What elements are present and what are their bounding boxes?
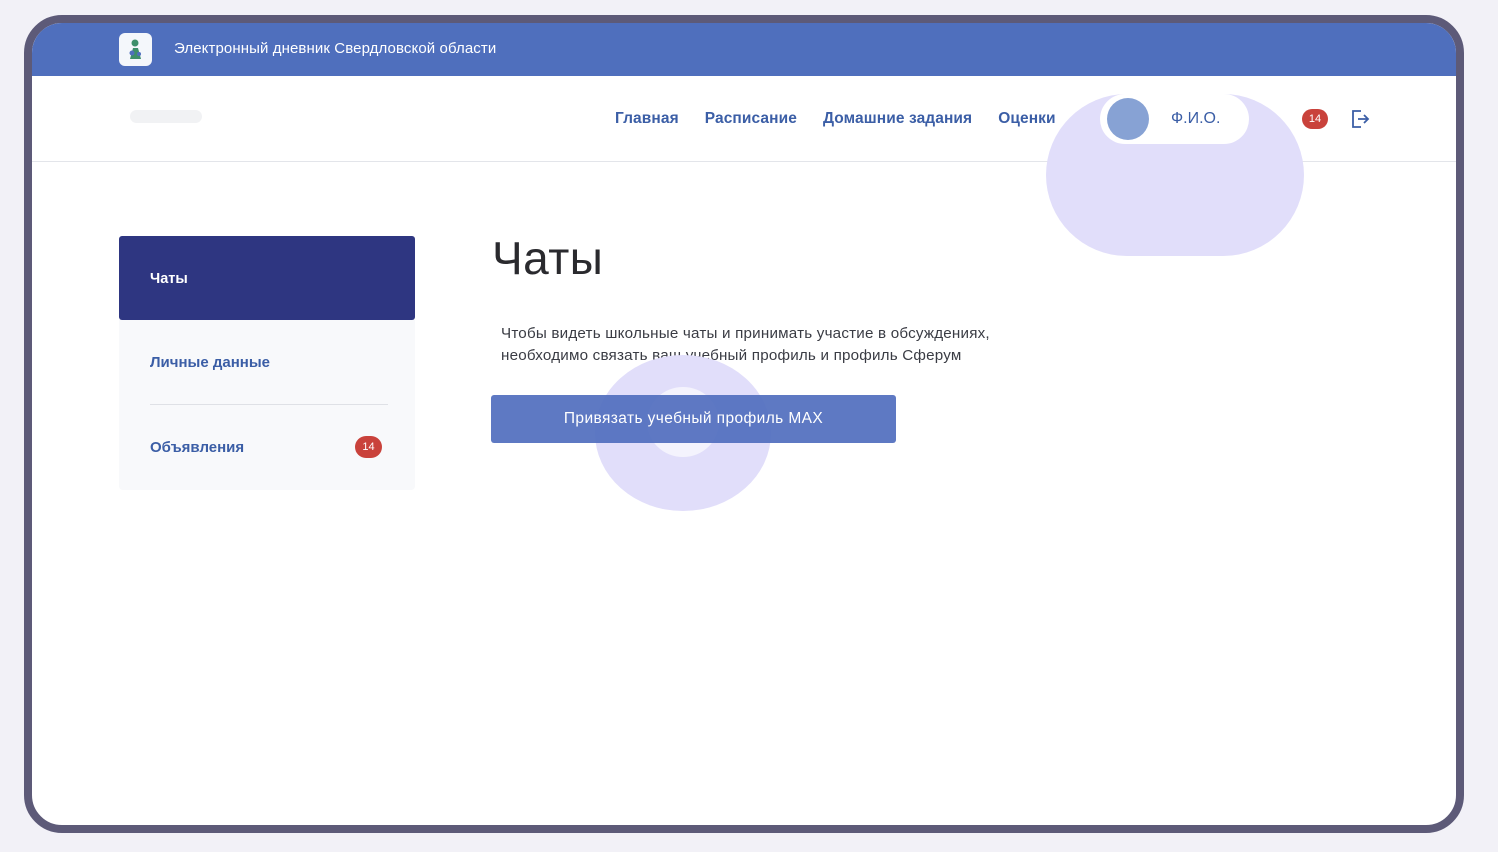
nav-links: Главная Расписание Домашние задания Оцен… (615, 110, 1056, 128)
description-line-1: Чтобы видеть школьные чаты и принимать у… (501, 325, 990, 342)
chats-description: Чтобы видеть школьные чаты и принимать у… (501, 323, 1061, 367)
nav-link-homework[interactable]: Домашние задания (823, 110, 972, 128)
profile-menu[interactable]: Ф.И.О. (1100, 94, 1249, 144)
sidebar-item-label: Чаты (150, 271, 188, 287)
nav-link-home[interactable]: Главная (615, 110, 679, 128)
announcements-badge: 14 (355, 436, 382, 458)
sidebar-divider (150, 404, 388, 405)
logout-icon[interactable] (1349, 108, 1371, 130)
sidebar-item-chats[interactable]: Чаты (119, 236, 415, 320)
page-title: Чаты (492, 232, 604, 284)
main-navbar: Главная Расписание Домашние задания Оцен… (32, 76, 1456, 256)
top-bar: Электронный дневник Свердловской области (32, 23, 1456, 76)
sidebar-item-personal-data[interactable]: Личные данные (150, 354, 270, 371)
app-title: Электронный дневник Свердловской области (174, 40, 497, 57)
sidebar-item-announcements[interactable]: Объявления (150, 439, 244, 456)
school-name-placeholder (130, 110, 202, 123)
nav-link-grades[interactable]: Оценки (998, 110, 1055, 128)
avatar[interactable] (1107, 98, 1149, 140)
description-line-2: необходимо связать ваш учебный профиль и… (501, 347, 962, 364)
profile-name[interactable]: Ф.И.О. (1171, 110, 1220, 128)
link-profile-button[interactable]: Привязать учебный профиль MAX (491, 395, 896, 443)
browser-frame: Электронный дневник Свердловской области… (24, 15, 1464, 833)
sidebar: Чаты Личные данные Объявления 14 (119, 236, 415, 490)
nav-link-schedule[interactable]: Расписание (705, 110, 797, 128)
region-emblem-icon[interactable] (119, 33, 152, 66)
notifications-badge[interactable]: 14 (1302, 109, 1328, 129)
